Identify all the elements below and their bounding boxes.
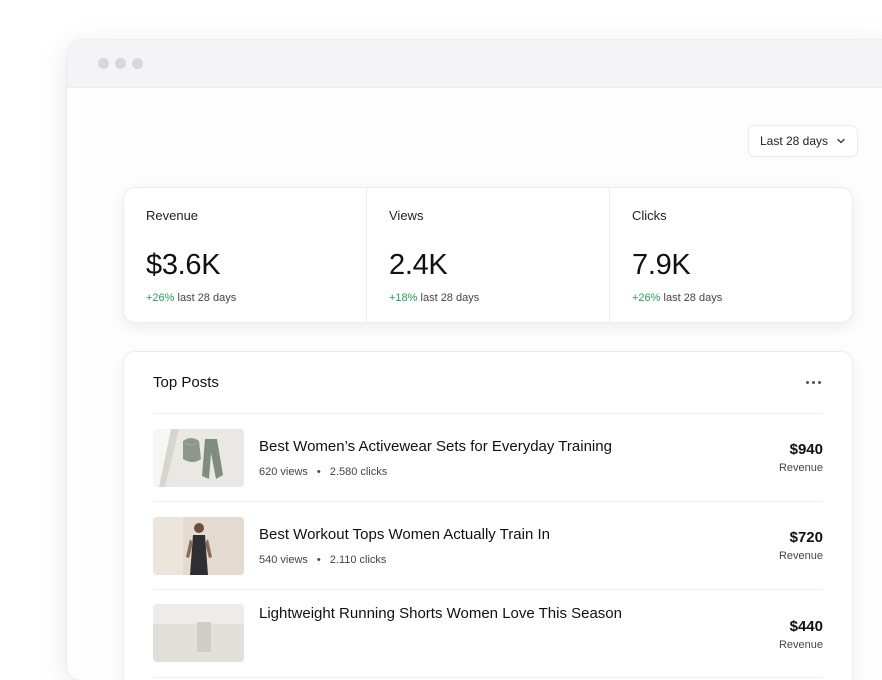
post-revenue: $940 Revenue [779,441,823,474]
stat-value: $3.6K [146,249,221,281]
post-revenue: $720 Revenue [779,529,823,562]
post-title[interactable]: Lightweight Running Shorts Women Love Th… [259,604,779,623]
post-clicks: 2.580 clicks [329,466,388,478]
stat-change: +18% last 28 days [389,292,587,304]
post-revenue: $440 Revenue [779,604,823,651]
post-revenue-value: $720 [789,529,823,546]
stat-label: Views [389,208,424,223]
post-thumbnail [153,604,244,662]
window-dot-icon[interactable] [132,58,143,69]
more-options-icon[interactable] [804,375,823,390]
post-views: 540 views [259,554,308,566]
stat-change: +26% last 28 days [632,292,830,304]
post-revenue-label: Revenue [778,639,823,651]
post-row[interactable]: Lightweight Running Shorts Women Love Th… [153,590,823,678]
top-posts-header: Top Posts [153,352,823,414]
window-dot-icon[interactable] [98,58,109,69]
stat-revenue: Revenue $3.6K +26% last 28 days [124,188,367,322]
stat-change-percent: +18% [389,292,418,304]
stat-value: 2.4K [389,249,448,281]
post-revenue-value: $940 [789,441,823,458]
chevron-down-icon [837,138,845,144]
stat-clicks: Clicks 7.9K +26% last 28 days [610,188,852,322]
post-meta: 540 views • 2.110 clicks [259,554,779,566]
post-thumbnail [153,516,244,575]
stat-label: Revenue [146,208,199,223]
stat-change-period: last 28 days [177,292,237,304]
window-titlebar [67,40,882,88]
post-revenue-label: Revenue [778,462,823,474]
stat-views: Views 2.4K +18% last 28 days [367,188,610,322]
window-dot-icon[interactable] [115,58,126,69]
post-clicks: 2.110 clicks [329,554,387,566]
post-thumbnail [153,428,244,487]
stat-change-period: last 28 days [663,292,723,304]
stat-value: 7.9K [632,249,691,281]
top-posts-card: Top Posts Best Women’s Activewear Sets f… [123,351,853,680]
stats-card: Revenue $3.6K +26% last 28 days Views 2.… [123,187,853,323]
stat-change-percent: +26% [632,292,661,304]
post-row[interactable]: Best Workout Tops Women Actually Train I… [153,502,823,590]
stat-change-period: last 28 days [420,292,480,304]
post-title[interactable]: Best Workout Tops Women Actually Train I… [259,525,779,544]
date-range-label: Last 28 days [759,134,829,148]
stat-change: +26% last 28 days [146,292,344,304]
post-row[interactable]: Best Women’s Activewear Sets for Everyda… [153,414,823,502]
post-views: 620 views [259,466,308,478]
post-title[interactable]: Best Women’s Activewear Sets for Everyda… [259,437,779,456]
stat-label: Clicks [632,208,667,223]
stat-change-percent: +26% [146,292,175,304]
post-revenue-label: Revenue [778,550,823,562]
browser-window: Last 28 days Revenue $3.6K +26% last 28 … [67,40,882,680]
meta-separator: • [316,554,321,566]
top-posts-title: Top Posts [153,374,219,391]
post-meta: 620 views • 2.580 clicks [259,466,779,478]
post-revenue-value: $440 [789,618,823,635]
date-range-dropdown[interactable]: Last 28 days [748,125,858,157]
meta-separator: • [316,466,321,478]
